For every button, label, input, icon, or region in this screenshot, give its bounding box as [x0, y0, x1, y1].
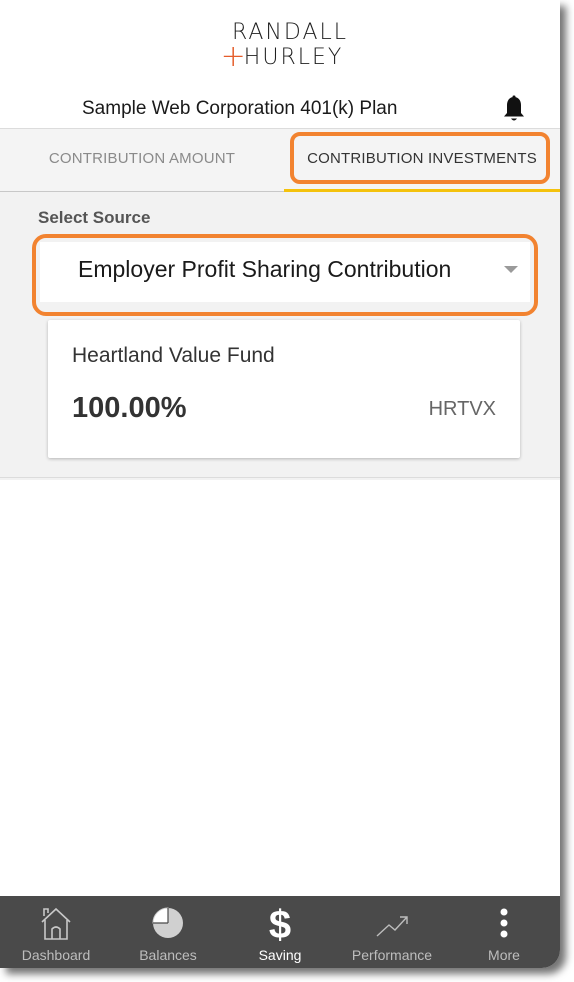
logo-plus-mark: + [220, 39, 248, 74]
nav-label: Performance [351, 947, 433, 963]
nav-label: Saving [258, 947, 302, 963]
nav-label: Dashboard [21, 947, 91, 963]
nav-dashboard[interactable]: Dashboard [0, 896, 112, 968]
bell-icon[interactable] [502, 95, 526, 123]
home-icon [41, 907, 71, 940]
nav-label: Balances [139, 947, 197, 963]
svg-text:$: $ [269, 904, 291, 942]
fund-ticker: HRTVX [428, 398, 496, 420]
nav-performance[interactable]: Performance [336, 896, 448, 968]
nav-saving[interactable]: $ Saving [224, 896, 336, 968]
bottom-nav: Dashboard Balances $ Saving Performance [0, 896, 560, 968]
tab-contribution-amount[interactable]: CONTRIBUTION AMOUNT [0, 129, 284, 191]
trend-line-icon [376, 916, 408, 937]
dollar-icon: $ [269, 904, 291, 942]
content-divider [0, 477, 560, 478]
app-screen: RANDALL +HURLEY Sample Web Corporation 4… [0, 0, 560, 968]
pie-chart-icon [152, 907, 183, 938]
nav-label: More [488, 947, 520, 963]
tab-highlight-box [290, 132, 550, 184]
nav-balances[interactable]: Balances [112, 896, 224, 968]
brand-logo: RANDALL +HURLEY [0, 20, 560, 72]
more-vertical-icon [500, 908, 508, 938]
select-highlight-box [32, 234, 538, 316]
plan-name: Sample Web Corporation 401(k) Plan [82, 98, 398, 119]
fund-percent: 100.00% [72, 392, 187, 424]
fund-card: Heartland Value Fund 100.00% HRTVX [48, 320, 520, 458]
logo-line-1: RANDALL [231, 20, 349, 45]
logo-line-2: HURLEY [243, 45, 344, 70]
fund-name: Heartland Value Fund [72, 344, 275, 367]
app-header: RANDALL +HURLEY Sample Web Corporation 4… [0, 0, 560, 128]
nav-more[interactable]: More [448, 896, 560, 968]
select-source-label: Select Source [38, 208, 151, 227]
